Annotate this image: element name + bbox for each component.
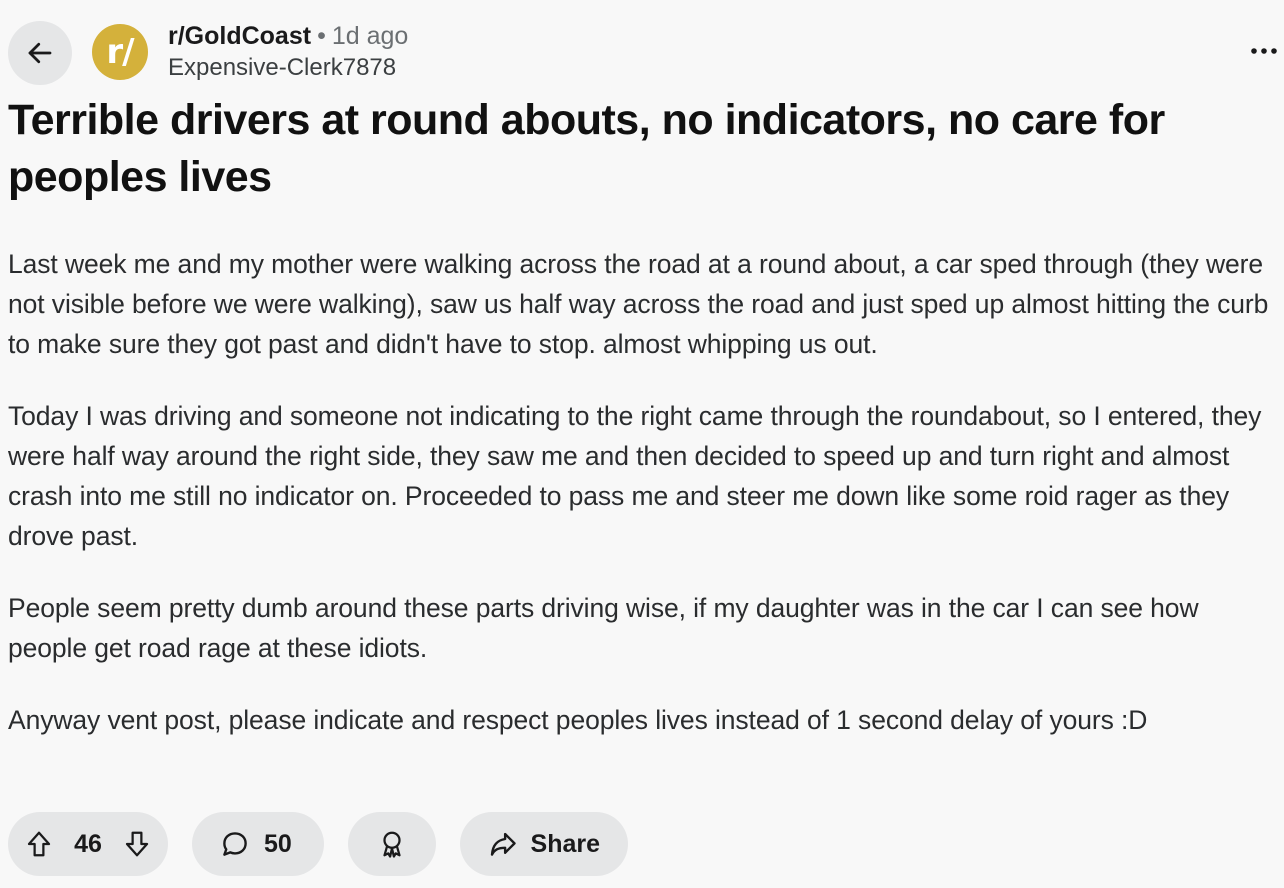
back-button[interactable] — [8, 21, 72, 85]
arrow-left-icon — [28, 42, 52, 64]
upvote-button[interactable] — [24, 829, 54, 859]
post-paragraph: Last week me and my mother were walking … — [8, 249, 1269, 359]
more-options-button[interactable] — [1244, 36, 1284, 66]
subreddit-link[interactable]: r/GoldCoast — [168, 22, 311, 50]
post-time: 1d ago — [331, 22, 409, 50]
upvote-arrow-icon — [27, 831, 51, 857]
post-paragraph: People seem pretty dumb around these par… — [8, 593, 1199, 663]
post-title: Terrible drivers at round abouts, no ind… — [8, 96, 1165, 201]
post-paragraph: Anyway vent post, please indicate and re… — [8, 705, 1148, 735]
meta-line: r/GoldCoast • 1d ago — [168, 20, 408, 52]
post-paragraph: Today I was driving and someone not indi… — [8, 401, 1262, 551]
downvote-button[interactable] — [122, 829, 152, 859]
downvote-arrow-icon — [125, 831, 149, 857]
award-button[interactable] — [348, 812, 436, 876]
award-icon — [383, 831, 401, 858]
subreddit-avatar[interactable]: r/ — [92, 24, 148, 80]
meta-separator: • — [317, 22, 326, 50]
post-header: r/ r/GoldCoast • 1d ago Expensive-Clerk787… — [0, 0, 1284, 96]
comment-count: 50 — [264, 829, 292, 858]
comment-bubble-icon — [223, 832, 247, 856]
vote-score: 46 — [74, 829, 102, 858]
post-body: Last week me and my mother were walking … — [8, 244, 1280, 772]
comments-button[interactable]: 50 — [192, 812, 324, 876]
author-link[interactable]: Expensive-Clerk7878 — [168, 52, 408, 84]
share-arrow-icon — [490, 832, 516, 856]
avatar-text: r/ — [106, 32, 134, 72]
share-button[interactable]: Share — [460, 812, 628, 876]
vote-control: 46 — [8, 812, 168, 876]
post-meta: r/GoldCoast • 1d ago Expensive-Clerk7878 — [168, 20, 408, 84]
share-label: Share — [530, 829, 600, 858]
ellipsis-icon — [1251, 48, 1277, 54]
post-actions: 46 50 Share — [8, 812, 628, 876]
